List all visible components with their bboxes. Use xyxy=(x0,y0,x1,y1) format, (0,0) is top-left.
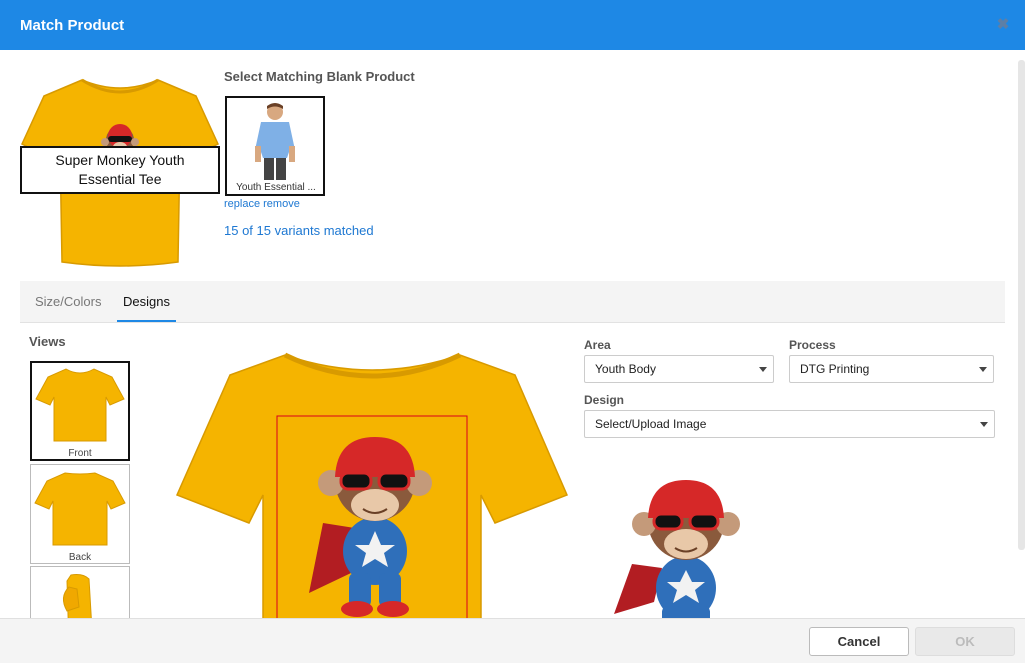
youth-model-image xyxy=(255,103,295,180)
dialog-title: Match Product xyxy=(20,16,125,34)
ok-button[interactable]: OK xyxy=(915,627,1015,656)
remove-link[interactable]: remove xyxy=(263,198,300,210)
process-label: Process xyxy=(789,338,836,352)
dialog-footer: Cancel OK xyxy=(0,618,1025,663)
cancel-button[interactable]: Cancel xyxy=(809,627,909,656)
view-back-label: Back xyxy=(68,552,92,563)
views-title: Views xyxy=(29,334,66,349)
front-shirt-icon xyxy=(35,368,125,442)
product-name-label: Super Monkey Youth Essential Tee xyxy=(20,146,220,194)
replace-link[interactable]: replace xyxy=(224,198,260,210)
area-select-value: Youth Body xyxy=(595,362,656,376)
view-front[interactable]: Front xyxy=(30,361,130,461)
dialog-titlebar: Match Product ✖ xyxy=(0,0,1025,50)
tab-designs[interactable]: Designs xyxy=(117,281,176,322)
blank-product-caption: Youth Essential ... xyxy=(236,182,316,193)
design-label: Design xyxy=(584,393,625,407)
variants-matched-text: 15 of 15 variants matched xyxy=(224,223,374,238)
match-product-dialog: Match Product ✖ Super Monkey Youth Essen… xyxy=(0,0,1025,663)
design-preview-image xyxy=(614,480,740,618)
back-shirt-icon xyxy=(34,472,126,546)
chevron-down-icon xyxy=(980,422,988,427)
design-select[interactable]: Select/Upload Image xyxy=(584,410,995,438)
thumbnail-actions: replace remove xyxy=(224,198,300,210)
process-select-value: DTG Printing xyxy=(800,362,870,376)
close-icon[interactable]: ✖ xyxy=(995,15,1011,35)
chevron-down-icon xyxy=(979,367,987,372)
process-select[interactable]: DTG Printing xyxy=(789,355,994,383)
select-blank-title: Select Matching Blank Product xyxy=(224,69,415,84)
view-front-label: Front xyxy=(68,448,92,459)
tab-size-colors[interactable]: Size/Colors xyxy=(29,281,107,322)
tab-bar: Size/Colors Designs xyxy=(20,281,1005,323)
blank-product-thumbnail[interactable]: Youth Essential ... xyxy=(225,96,325,196)
area-label: Area xyxy=(584,338,611,352)
design-canvas-shirt[interactable] xyxy=(175,345,570,618)
side-shirt-icon xyxy=(63,574,92,618)
view-side[interactable] xyxy=(30,566,130,618)
view-back[interactable]: Back xyxy=(30,464,130,564)
chevron-down-icon xyxy=(759,367,767,372)
design-select-value: Select/Upload Image xyxy=(595,417,707,431)
dialog-content: Super Monkey Youth Essential Tee Select … xyxy=(0,50,1025,618)
area-select[interactable]: Youth Body xyxy=(584,355,774,383)
scrollbar[interactable] xyxy=(1018,60,1025,550)
